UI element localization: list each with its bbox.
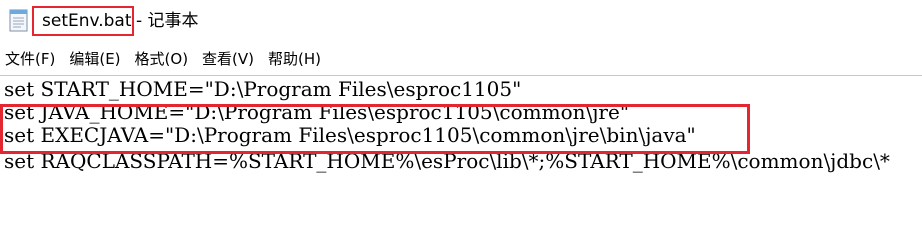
editor-line: set RAQCLASSPATH=%START_HOME%\esProc\lib… (4, 149, 890, 173)
window-title-app: - 记事本 (136, 11, 199, 31)
menu-edit[interactable]: 编辑(E) (62, 45, 127, 73)
editor-line: set JAVA_HOME="D:\Program Files\esproc11… (4, 100, 630, 124)
editor-line: set EXECJAVA="D:\Program Files\esproc110… (4, 123, 696, 147)
text-editor-area[interactable]: set START_HOME="D:\Program Files\esproc1… (0, 75, 922, 205)
notepad-icon (9, 9, 28, 32)
menu-format[interactable]: 格式(O) (128, 45, 196, 73)
menu-file[interactable]: 文件(F) (0, 45, 62, 73)
editor-line: set START_HOME="D:\Program Files\esproc1… (4, 77, 522, 101)
menu-bar: 文件(F) 编辑(E) 格式(O) 查看(V) 帮助(H) (0, 44, 922, 74)
title-bar: setEnv.bat - 记事本 (0, 0, 922, 40)
menu-view[interactable]: 查看(V) (195, 45, 261, 73)
menu-help[interactable]: 帮助(H) (261, 45, 328, 73)
window-title-filename: setEnv.bat (32, 6, 134, 36)
